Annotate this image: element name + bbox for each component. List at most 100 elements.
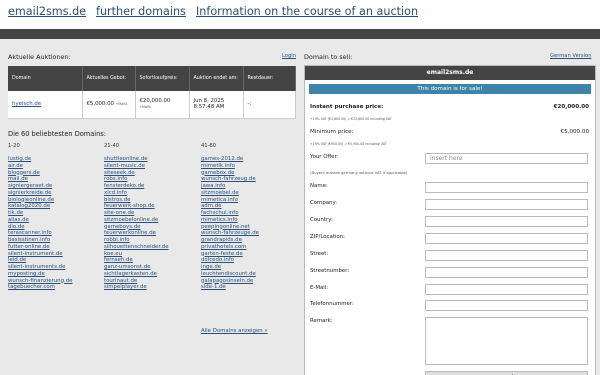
- all-domains-link[interactable]: Alle Domains anzeigen »: [201, 328, 268, 334]
- domain-link[interactable]: sichtlagerkasten.de: [104, 271, 169, 278]
- company-input[interactable]: [425, 199, 588, 210]
- auction-domain-link[interactable]: hyelsch.de: [12, 101, 41, 107]
- domain-link[interactable]: tourinaut.de: [104, 278, 169, 285]
- domain-link[interactable]: gameboys.de: [104, 224, 169, 231]
- domain-link[interactable]: biologieonline.de: [8, 197, 72, 204]
- for-sale-banner: This domain is for sale!: [309, 84, 591, 94]
- domain-list: lustig.de air.de bloggers.de mail.de signier…: [8, 156, 72, 291]
- domain-link[interactable]: privathotels.com: [201, 244, 259, 251]
- auction-ends-cell: Jun 8, 2025 8:57:48 AM: [189, 91, 244, 119]
- company-label: Company:: [310, 200, 338, 206]
- minimum-price-vat: +19% VAT (€950.00) = €5,950.00 including…: [310, 142, 387, 146]
- domain-link[interactable]: silent-instrument.de: [8, 251, 72, 258]
- domain-link[interactable]: sitzmoebel.de: [201, 190, 259, 197]
- domain-link[interactable]: xlcd.info: [104, 190, 169, 197]
- domain-link[interactable]: site-one.de: [104, 210, 169, 217]
- domain-link[interactable]: fensterdeko.de: [104, 183, 169, 190]
- name-label: Name:: [310, 183, 328, 189]
- instant-price-vat: +19% VAT (€3,800.00) = €23,800.00 includ…: [310, 117, 392, 121]
- auction-domain-cell: hyelsch.de: [8, 91, 83, 119]
- domain-link[interactable]: silhouettenschneider.de: [104, 244, 169, 251]
- email-label: E-Mail:: [310, 285, 329, 291]
- domain-link[interactable]: basisstinen.info: [8, 237, 72, 244]
- domain-link[interactable]: leid.de: [8, 257, 72, 264]
- domain-link[interactable]: gamebox.de: [201, 170, 259, 177]
- table-header-row: Domain Aktuelles Gebot: Sofortkaufpreis:…: [8, 66, 296, 91]
- domain-link[interactable]: futter-online.de: [8, 244, 72, 251]
- domain-link[interactable]: signiergeraet.de: [8, 183, 72, 190]
- street-input[interactable]: [425, 250, 588, 261]
- domain-link[interactable]: katalog2020.de: [8, 203, 72, 210]
- domain-link[interactable]: bloggers.de: [8, 170, 72, 177]
- domain-link[interactable]: side-1.de: [201, 284, 259, 291]
- column-header-buynow: Sofortkaufpreis:: [135, 66, 190, 91]
- german-version-link[interactable]: German Version: [550, 53, 592, 59]
- send-button[interactable]: send: [425, 371, 588, 375]
- domain-link[interactable]: bistros.de: [104, 197, 169, 204]
- domain-link[interactable]: adm.de: [201, 203, 259, 210]
- domain-link[interactable]: games-2012.de: [201, 156, 259, 163]
- auction-info-link[interactable]: Information on the course of an auction: [196, 5, 418, 18]
- domain-link[interactable]: myposting.de: [8, 271, 72, 278]
- domain-link[interactable]: dio.de: [8, 224, 72, 231]
- domain-to-sell-title: Domain to sell:: [304, 53, 353, 61]
- domain-link[interactable]: silent-instruments.de: [8, 264, 72, 271]
- login-link[interactable]: Login: [282, 53, 296, 59]
- phone-input[interactable]: [425, 300, 588, 311]
- domain-link[interactable]: feuerwerk-shop.de: [104, 203, 169, 210]
- further-domains-link[interactable]: further domains: [96, 5, 186, 18]
- streetnumber-label: Streetnumber:: [310, 268, 350, 274]
- domain-link[interactable]: inge.de: [201, 264, 259, 271]
- domain-link[interactable]: wunsch-fahrzeug.de: [201, 176, 259, 183]
- domain-link[interactable]: sitzmoebelonline.de: [104, 217, 169, 224]
- zip-location-input[interactable]: [425, 233, 588, 244]
- panel-domain-title: email2sms.de: [305, 66, 595, 80]
- domain-link[interactable]: lustig.de: [8, 156, 72, 163]
- domain-link[interactable]: garten-feste.de: [201, 251, 259, 258]
- domain-link[interactable]: mimetics.info: [201, 217, 259, 224]
- domain-link[interactable]: ganz-umsonst.de: [104, 264, 169, 271]
- domain-link[interactable]: signierkreide.de: [8, 190, 72, 197]
- domain-link[interactable]: air.de: [8, 163, 72, 170]
- domain-link[interactable]: leuchtendiscount.de: [201, 271, 259, 278]
- domain-link[interactable]: dolcedo.info: [201, 257, 259, 264]
- offer-input[interactable]: [425, 153, 588, 164]
- domain-link[interactable]: mimetica.info: [201, 197, 259, 204]
- auctions-title: Aktuelle Auktionen:: [8, 53, 71, 61]
- domain-link[interactable]: grandrapids.de: [201, 237, 259, 244]
- domain-link[interactable]: peepingonline.net: [201, 224, 259, 231]
- domain-link[interactable]: feuerwerkonline.de: [104, 230, 169, 237]
- instant-price-label: Instant purchase price:: [310, 104, 384, 110]
- offer-panel: email2sms.de This domain is for sale! In…: [304, 65, 596, 375]
- email-input[interactable]: [425, 284, 588, 295]
- domain-link[interactable]: robs.info: [104, 176, 169, 183]
- domain-link[interactable]: wunsch-finanzierung.de: [8, 278, 72, 285]
- streetnumber-input[interactable]: [425, 267, 588, 278]
- domain-link[interactable]: simpelplayer.de: [104, 284, 169, 291]
- domain-link[interactable]: fernseh.de: [104, 257, 169, 264]
- country-input[interactable]: [425, 216, 588, 227]
- domain-link[interactable]: siteseek.de: [104, 170, 169, 177]
- domain-link[interactable]: silent-music.de: [104, 163, 169, 170]
- domain-link[interactable]: terascanner.info: [8, 230, 72, 237]
- country-label: Country:: [310, 217, 333, 223]
- domain-link[interactable]: tagebuecher.com: [8, 284, 72, 291]
- domain-link[interactable]: robbi.info: [104, 237, 169, 244]
- site-home-link[interactable]: email2sms.de: [8, 5, 86, 18]
- domain-link[interactable]: shuttleonline.de: [104, 156, 169, 163]
- domain-link[interactable]: tik.de: [8, 210, 72, 217]
- domain-link[interactable]: fachschul.info: [201, 210, 259, 217]
- name-input[interactable]: [425, 182, 588, 193]
- popular-column-2: 21-40 shuttleonline.de silent-music.de sit…: [104, 143, 169, 291]
- phone-label: Telefonnummer:: [310, 301, 354, 307]
- domain-link[interactable]: koe.eu: [104, 251, 169, 258]
- domain-link[interactable]: jawa.info: [201, 183, 259, 190]
- domain-link[interactable]: mail.de: [8, 176, 72, 183]
- domain-link[interactable]: alias.de: [8, 217, 72, 224]
- domain-link[interactable]: wunsch-fahrzeuge.de: [201, 230, 259, 237]
- remark-textarea[interactable]: [425, 317, 588, 365]
- auction-remaining-cell: -:: [243, 91, 296, 119]
- domain-link[interactable]: mimetik.info: [201, 163, 259, 170]
- domain-list: games-2012.de mimetik.info gamebox.de wunsc…: [201, 156, 259, 291]
- domain-link[interactable]: galapagosinseln.de: [201, 278, 259, 285]
